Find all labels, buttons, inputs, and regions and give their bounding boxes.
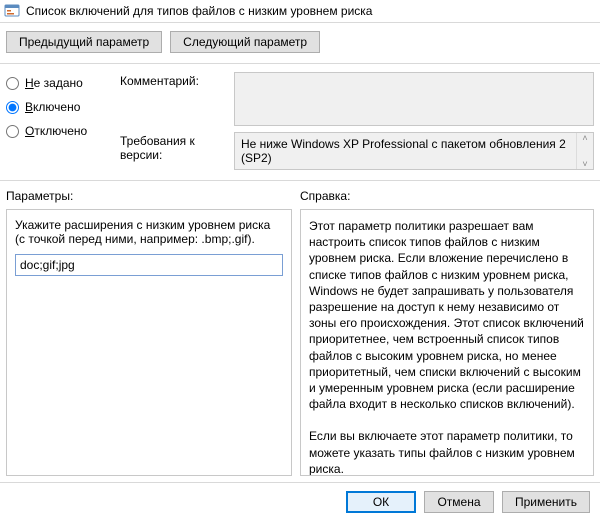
radio-disabled[interactable]: Отключено (6, 124, 116, 138)
radio-enabled-text: ключено (33, 100, 80, 114)
help-section-label: Справка: (300, 189, 594, 203)
extensions-input[interactable] (15, 254, 283, 276)
comment-requirements-col: Комментарий: Требования к версии: Не ниж… (120, 72, 594, 170)
requirements-label: Требования к версии: (120, 132, 228, 170)
dialog-footer: ОК Отмена Применить (0, 482, 600, 521)
lower-panes: Укажите расширения с низким уровнем риск… (0, 209, 600, 482)
scroll-down-icon: ˅ (582, 159, 587, 169)
section-labels: Параметры: Справка: (0, 181, 600, 209)
requirements-box: Не ниже Windows XP Professional с пакето… (234, 132, 594, 170)
radio-enabled-input[interactable] (6, 101, 19, 114)
extensions-label: Укажите расширения с низким уровнем риск… (15, 218, 283, 246)
config-top-pane: Не задано Включено Отключено Комментарий… (0, 64, 600, 181)
help-pane[interactable]: Этот параметр политики разрешает вам нас… (300, 209, 594, 476)
nav-row: Предыдущий параметр Следующий параметр (0, 23, 600, 64)
ok-button[interactable]: ОК (346, 491, 416, 513)
radio-not-configured-input[interactable] (6, 77, 19, 90)
window-title: Список включений для типов файлов с низк… (26, 4, 372, 18)
radio-not-configured-hotkey: Н (25, 76, 34, 90)
parameters-pane: Укажите расширения с низким уровнем риск… (6, 209, 292, 476)
group-policy-property-window: Список включений для типов файлов с низк… (0, 0, 600, 521)
params-section-label: Параметры: (6, 189, 300, 203)
apply-button[interactable]: Применить (502, 491, 590, 513)
comment-label: Комментарий: (120, 72, 228, 88)
radio-disabled-hotkey: О (25, 124, 34, 138)
comment-row: Комментарий: (120, 72, 594, 126)
titlebar: Список включений для типов файлов с низк… (0, 0, 600, 23)
radio-not-configured[interactable]: Не задано (6, 76, 116, 90)
radio-enabled-hotkey: В (25, 100, 33, 114)
radio-enabled[interactable]: Включено (6, 100, 116, 114)
scroll-up-icon: ˄ (582, 133, 587, 143)
radio-disabled-input[interactable] (6, 125, 19, 138)
prev-setting-button[interactable]: Предыдущий параметр (6, 31, 162, 53)
next-setting-button[interactable]: Следующий параметр (170, 31, 320, 53)
radio-not-configured-text: е задано (34, 76, 83, 90)
state-radio-group: Не задано Включено Отключено (6, 72, 116, 170)
radio-disabled-text: тключено (34, 124, 87, 138)
app-icon (4, 3, 20, 19)
requirements-row: Требования к версии: Не ниже Windows XP … (120, 132, 594, 170)
comment-textarea[interactable] (234, 72, 594, 126)
cancel-button[interactable]: Отмена (424, 491, 494, 513)
requirements-scrollbar[interactable]: ˄ ˅ (576, 133, 593, 169)
requirements-text: Не ниже Windows XP Professional с пакето… (241, 137, 566, 165)
